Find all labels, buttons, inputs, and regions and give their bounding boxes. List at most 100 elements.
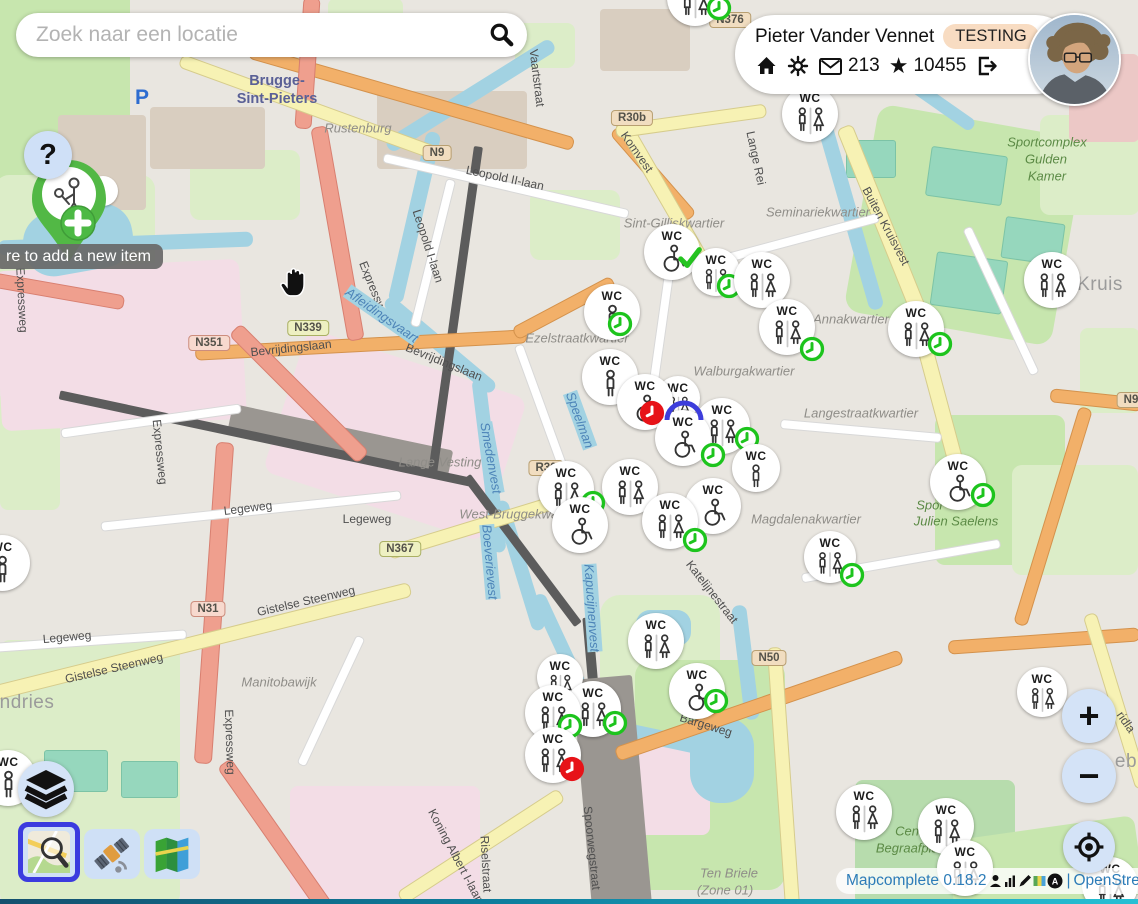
geolocate-button[interactable] bbox=[1063, 821, 1115, 873]
contributor-icon[interactable] bbox=[989, 874, 1002, 888]
wc-label: WC bbox=[820, 537, 841, 549]
hand-cursor-icon bbox=[280, 266, 310, 298]
logout-icon[interactable] bbox=[975, 54, 999, 78]
bottom-progress-strip bbox=[0, 899, 1138, 904]
man-woman-icon bbox=[847, 802, 882, 842]
folded-map-icon bbox=[151, 834, 193, 874]
user-name[interactable]: Pieter Vander Vennet bbox=[755, 26, 934, 48]
osm-map-icon bbox=[28, 831, 70, 873]
toilet-marker[interactable]: WC bbox=[836, 784, 892, 840]
wc-label: WC bbox=[602, 290, 623, 302]
toilet-marker[interactable]: WC bbox=[669, 663, 725, 719]
wc-label: WC bbox=[0, 541, 13, 553]
user-panel: Pieter Vander Vennet TESTING 213 ★ 10455 bbox=[735, 15, 1075, 94]
map-label: Expressweg bbox=[356, 259, 393, 325]
map-label: Magdalenakwartier bbox=[751, 512, 861, 527]
man-woman-icon bbox=[639, 631, 674, 671]
wheelchair-icon bbox=[666, 428, 701, 468]
help-button[interactable]: ? bbox=[24, 131, 72, 179]
messages-count[interactable]: 213 bbox=[848, 55, 880, 77]
zoom-in-button[interactable]: + bbox=[1062, 689, 1116, 743]
gear-icon[interactable] bbox=[787, 55, 809, 77]
help-label: ? bbox=[39, 139, 57, 172]
style-satellite-button[interactable] bbox=[84, 829, 140, 879]
search-icon[interactable] bbox=[489, 22, 515, 48]
layers-button[interactable] bbox=[18, 761, 74, 817]
wc-label: WC bbox=[550, 660, 571, 672]
testing-badge: TESTING bbox=[943, 24, 1039, 49]
man-woman-icon bbox=[1027, 685, 1058, 721]
mini-map-icon[interactable] bbox=[1033, 875, 1046, 887]
man-woman-icon bbox=[1035, 270, 1070, 310]
home-icon[interactable] bbox=[755, 55, 778, 77]
style-carto-button[interactable] bbox=[144, 829, 200, 879]
toilet-marker[interactable]: WC bbox=[732, 444, 780, 492]
map-feature bbox=[150, 107, 265, 169]
map-label: Manitobawijk bbox=[241, 675, 316, 690]
attribution-separator: | bbox=[1066, 872, 1070, 890]
map-label: Legeweg bbox=[343, 512, 392, 526]
toilet-marker[interactable]: WC bbox=[692, 248, 740, 296]
star-icon: ★ bbox=[889, 55, 909, 77]
green-clock-badge-icon bbox=[970, 482, 996, 508]
toilet-marker[interactable]: WC bbox=[552, 497, 608, 553]
green-clock-badge-icon bbox=[927, 331, 953, 357]
osm-logo-icon[interactable]: A bbox=[1047, 873, 1063, 889]
wc-label: WC bbox=[570, 503, 591, 515]
wc-label: WC bbox=[777, 305, 798, 317]
wc-label: WC bbox=[955, 846, 976, 858]
toilet-marker[interactable]: WC bbox=[804, 531, 856, 583]
wc-label: WC bbox=[706, 254, 727, 266]
wc-label: WC bbox=[583, 687, 604, 699]
toilet-marker[interactable]: WC bbox=[888, 301, 944, 357]
toilet-marker[interactable]: WC bbox=[1017, 667, 1067, 717]
man-woman-icon bbox=[613, 477, 648, 517]
wc-label: WC bbox=[703, 484, 724, 496]
toilet-marker[interactable]: WC bbox=[782, 86, 838, 142]
style-osm-button[interactable] bbox=[18, 822, 80, 882]
wc-label: WC bbox=[687, 669, 708, 681]
app-version[interactable]: Mapcomplete 0.18.2 bbox=[846, 872, 986, 890]
map-label: P bbox=[135, 86, 149, 110]
man-icon bbox=[0, 553, 20, 593]
map-feature bbox=[1012, 465, 1138, 575]
avatar[interactable] bbox=[1028, 13, 1121, 106]
toilet-marker[interactable]: WC bbox=[525, 727, 581, 783]
toilet-marker[interactable]: WC bbox=[759, 299, 815, 355]
map-label: Expressweg bbox=[150, 419, 171, 485]
statistics-icon[interactable] bbox=[1003, 874, 1017, 888]
man-woman-icon bbox=[793, 104, 828, 144]
search-input[interactable] bbox=[34, 22, 489, 48]
green-clock-badge-icon bbox=[839, 562, 865, 588]
wc-label: WC bbox=[620, 465, 641, 477]
osm-link[interactable]: OpenStreetMap bbox=[1073, 872, 1138, 890]
green-clock-badge-icon bbox=[700, 442, 726, 468]
svg-text:A: A bbox=[1052, 877, 1059, 887]
map-feature bbox=[296, 635, 365, 768]
messages-icon[interactable] bbox=[818, 56, 843, 77]
toilet-marker[interactable]: WC bbox=[584, 284, 640, 340]
toilet-marker[interactable]: WC bbox=[628, 613, 684, 669]
changeset-count[interactable]: 10455 bbox=[913, 55, 966, 77]
map-feature bbox=[780, 419, 942, 443]
toilet-marker[interactable]: WC bbox=[0, 535, 30, 591]
green-clock-badge-icon bbox=[799, 336, 825, 362]
wc-label: WC bbox=[660, 499, 681, 511]
wc-label: WC bbox=[0, 756, 19, 768]
toilet-marker[interactable]: WC bbox=[642, 493, 698, 549]
edit-icon[interactable] bbox=[1018, 874, 1032, 888]
map-feature bbox=[924, 146, 1007, 206]
map-feature bbox=[310, 125, 364, 342]
add-item-tooltip: re to add a new item bbox=[0, 244, 163, 269]
wheelchair-icon bbox=[563, 515, 598, 555]
wc-label: WC bbox=[752, 258, 773, 270]
wc-label: WC bbox=[646, 619, 667, 631]
wc-label: WC bbox=[712, 404, 733, 416]
zoom-out-button[interactable]: − bbox=[1062, 749, 1116, 803]
layers-icon bbox=[24, 768, 68, 810]
toilet-marker[interactable]: WC bbox=[1024, 252, 1080, 308]
map-feature bbox=[121, 761, 178, 798]
toilet-marker[interactable]: WC bbox=[930, 454, 986, 510]
man-icon bbox=[741, 462, 771, 497]
map-feature bbox=[194, 442, 234, 764]
